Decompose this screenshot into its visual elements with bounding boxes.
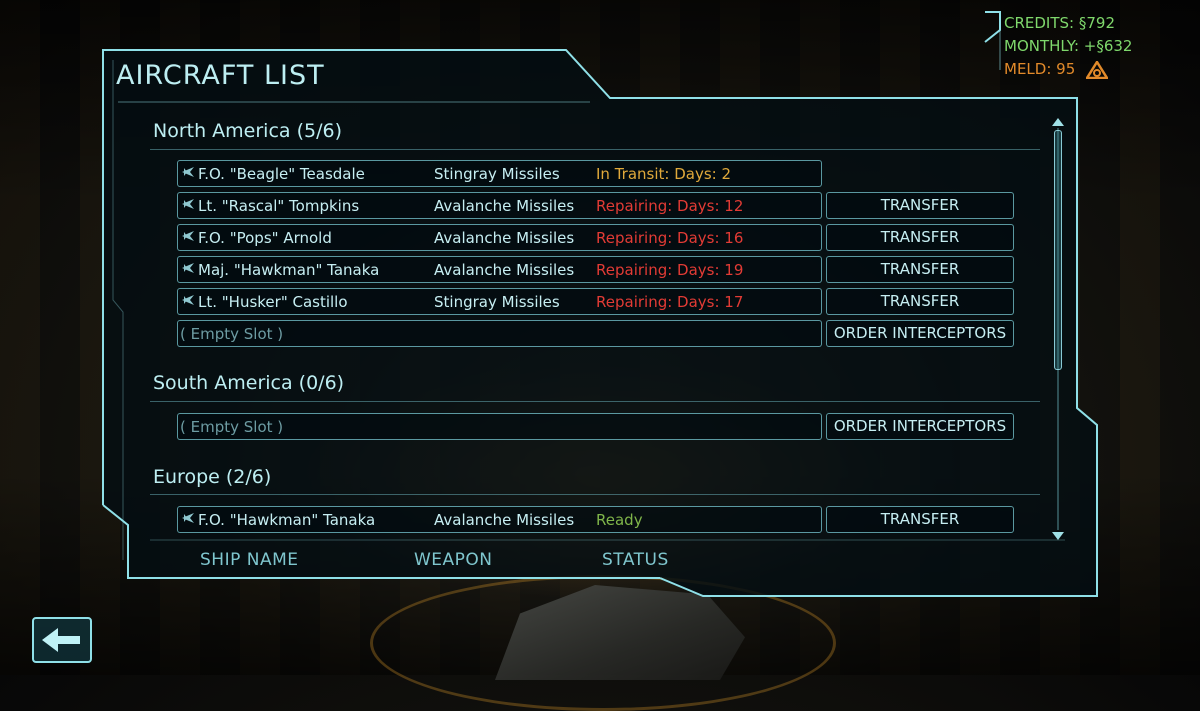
empty-slot-row: ( Empty Slot ) [177, 413, 822, 440]
ship-weapon: Avalanche Missiles [434, 229, 575, 247]
list-scrollbar[interactable] [1051, 118, 1065, 540]
aircraft-list: North America (5/6) F.O. "Beagle" Teasda… [150, 112, 1050, 542]
transfer-button[interactable]: TRANSFER [826, 288, 1014, 315]
order-interceptors-button[interactable]: ORDER INTERCEPTORS [826, 413, 1014, 440]
page-title: AIRCRAFT LIST [116, 60, 325, 91]
transfer-button[interactable]: TRANSFER [826, 192, 1014, 219]
ship-status: Repairing: Days: 19 [596, 261, 744, 279]
scroll-thumb[interactable] [1054, 130, 1062, 370]
ship-status: In Transit: Days: 2 [596, 165, 732, 183]
meld-value-row: MELD: 95 [1004, 58, 1132, 81]
back-button[interactable] [32, 617, 92, 663]
jet-icon [182, 263, 194, 273]
ship-name: F.O. "Hawkman" Tanaka [198, 511, 376, 529]
meld-value: MELD: 95 [1004, 60, 1076, 78]
ship-weapon: Avalanche Missiles [434, 261, 575, 279]
credits-value: CREDITS: §792 [1004, 14, 1115, 32]
ship-name: F.O. "Beagle" Teasdale [198, 165, 365, 183]
aircraft-row[interactable]: F.O. "Pops" Arnold Avalanche Missiles Re… [177, 224, 822, 251]
empty-slot-label: ( Empty Slot ) [180, 325, 284, 343]
transfer-button[interactable]: TRANSFER [826, 506, 1014, 533]
ship-status: Repairing: Days: 16 [596, 229, 744, 247]
jet-icon [182, 231, 194, 241]
region-divider [150, 401, 1040, 402]
column-header-weapon: WEAPON [414, 550, 493, 570]
ship-name: F.O. "Pops" Arnold [198, 229, 332, 247]
transfer-button[interactable]: TRANSFER [826, 256, 1014, 283]
aircraft-row[interactable]: F.O. "Hawkman" Tanaka Avalanche Missiles… [177, 506, 822, 533]
jet-icon [182, 167, 194, 177]
ship-weapon: Avalanche Missiles [434, 197, 575, 215]
ship-name: Lt. "Rascal" Tompkins [198, 197, 360, 215]
ship-weapon: Stingray Missiles [434, 293, 560, 311]
meld-icon [1086, 60, 1109, 79]
jet-icon [182, 513, 194, 523]
aircraft-row[interactable]: Lt. "Husker" Castillo Stingray Missiles … [177, 288, 822, 315]
ship-weapon: Stingray Missiles [434, 165, 560, 183]
aircraft-row[interactable]: F.O. "Beagle" Teasdale Stingray Missiles… [177, 160, 822, 187]
aircraft-row[interactable]: Maj. "Hawkman" Tanaka Avalanche Missiles… [177, 256, 822, 283]
region-divider [150, 494, 1040, 495]
ship-status: Ready [596, 511, 643, 529]
region-divider [150, 149, 1040, 150]
column-header-ship-name: SHIP NAME [200, 550, 299, 570]
ship-status: Repairing: Days: 12 [596, 197, 744, 215]
ship-name: Lt. "Husker" Castillo [198, 293, 348, 311]
empty-slot-row: ( Empty Slot ) [177, 320, 822, 347]
scroll-up-arrow-icon[interactable] [1052, 118, 1064, 126]
region-header-south-america: South America (0/6) [153, 372, 345, 394]
ship-status: Repairing: Days: 17 [596, 293, 744, 311]
region-header-north-america: North America (5/6) [153, 120, 342, 142]
jet-icon [182, 295, 194, 305]
jet-icon [182, 199, 194, 209]
ship-name: Maj. "Hawkman" Tanaka [198, 261, 380, 279]
ship-weapon: Avalanche Missiles [434, 511, 575, 529]
scroll-down-arrow-icon[interactable] [1052, 532, 1064, 540]
order-interceptors-button[interactable]: ORDER INTERCEPTORS [826, 320, 1014, 347]
back-arrow-icon [42, 628, 80, 652]
transfer-button[interactable]: TRANSFER [826, 224, 1014, 251]
region-header-europe: Europe (2/6) [153, 466, 272, 488]
empty-slot-label: ( Empty Slot ) [180, 418, 284, 436]
monthly-income-value: MONTHLY: +§632 [1004, 37, 1133, 55]
aircraft-row[interactable]: Lt. "Rascal" Tompkins Avalanche Missiles… [177, 192, 822, 219]
column-header-status: STATUS [602, 550, 669, 570]
resource-readout: CREDITS: §792 MONTHLY: +§632 MELD: 95 [1004, 12, 1132, 81]
